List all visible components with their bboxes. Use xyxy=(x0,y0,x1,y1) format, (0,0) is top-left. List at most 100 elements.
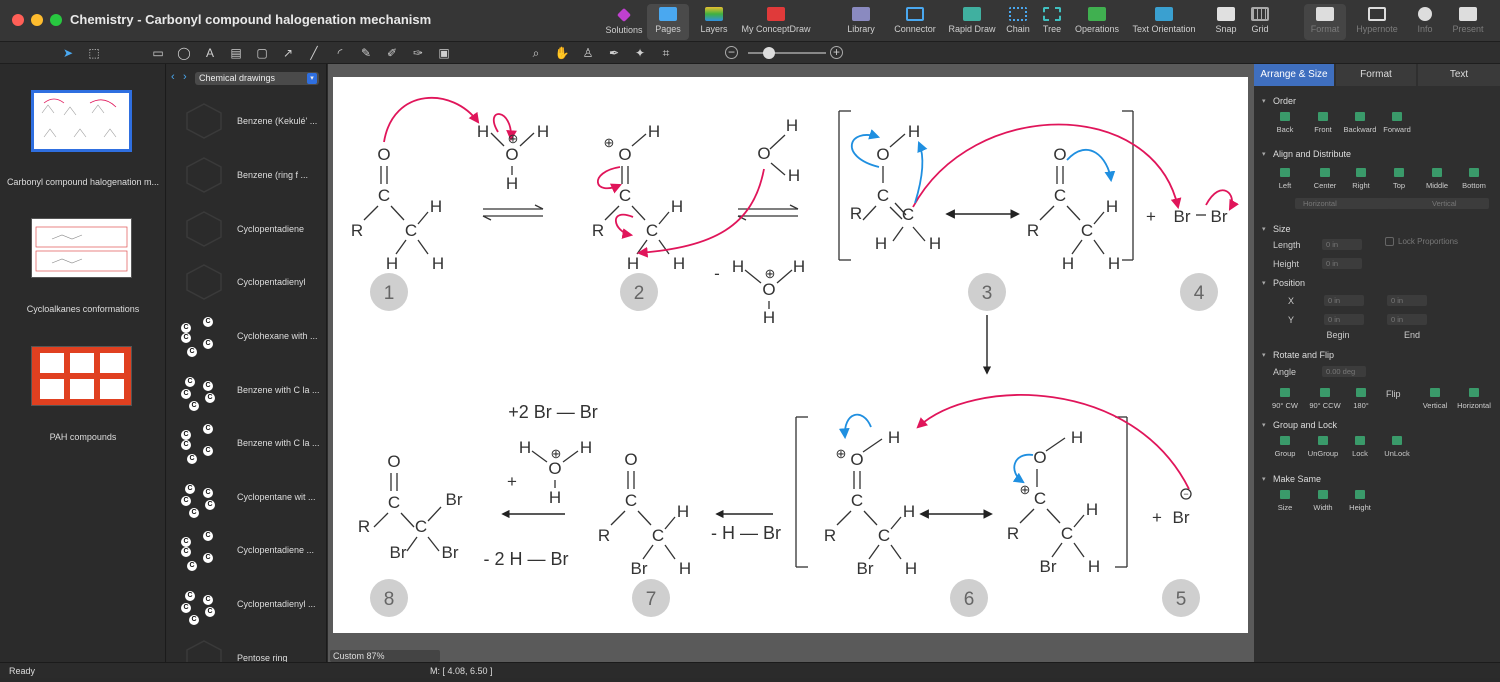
length-field[interactable]: 0 in xyxy=(1322,239,1362,250)
pen-tool-icon[interactable]: ✎ xyxy=(358,45,374,61)
page-thumbnail-3[interactable] xyxy=(31,346,132,406)
rotate-button-1[interactable]: 90° CCW xyxy=(1308,388,1342,412)
library-item[interactable]: Benzene (Kekulé' ... xyxy=(237,116,327,126)
library-item[interactable]: Benzene with C la ... xyxy=(237,385,327,395)
close-window-button[interactable] xyxy=(12,14,24,26)
operations-button[interactable]: Operations xyxy=(1072,4,1122,40)
zoom-select[interactable]: Custom 87% xyxy=(330,650,440,662)
y-begin-field[interactable]: 0 in xyxy=(1324,314,1364,325)
order-button-0[interactable]: Back xyxy=(1268,112,1302,136)
line-tool-icon[interactable]: ╱ xyxy=(306,45,322,61)
pages-button[interactable]: Pages xyxy=(647,4,689,40)
library-item[interactable]: Cyclopentane wit ... xyxy=(237,492,327,502)
text-tool-icon[interactable]: A xyxy=(202,45,218,61)
arc-tool-icon[interactable]: ◜ xyxy=(332,45,348,61)
bezier-tool-icon[interactable]: ✐ xyxy=(384,45,400,61)
zoom-slider-thumb[interactable] xyxy=(763,47,775,59)
arrow-tool-icon[interactable]: ↗ xyxy=(280,45,296,61)
y-end-field[interactable]: 0 in xyxy=(1387,314,1427,325)
library-item[interactable]: Cyclopentadiene xyxy=(237,224,327,234)
x-begin-field[interactable]: 0 in xyxy=(1324,295,1364,306)
text-orientation-button[interactable]: Text Orientation xyxy=(1128,4,1200,40)
myconceptdraw-button[interactable]: My ConceptDraw xyxy=(738,4,814,40)
ellipse-tool-icon[interactable]: ◯ xyxy=(176,45,192,61)
group-button-3[interactable]: UnLock xyxy=(1380,436,1414,460)
callout-tool-icon[interactable]: ▢ xyxy=(254,45,270,61)
library-selector[interactable]: Chemical drawings ▾ xyxy=(195,72,319,85)
drawing-page[interactable]: 12345678 O C R C H H H O C R C H H H H H O H ⊕ ⊕ H H O H H O H H - ⊕ O… xyxy=(333,77,1248,633)
tab-arrange-size[interactable]: Arrange & Size xyxy=(1254,64,1334,86)
rectangle-tool-icon[interactable]: ▭ xyxy=(150,45,166,61)
hypernote-button[interactable]: Hypernote xyxy=(1352,4,1402,40)
section-toggle-icon[interactable]: ▾ xyxy=(1262,279,1266,287)
section-toggle-icon[interactable]: ▾ xyxy=(1262,225,1266,233)
tab-text[interactable]: Text xyxy=(1418,64,1500,86)
format-painter-icon[interactable]: ✦ xyxy=(632,45,648,61)
library-item[interactable]: Cyclopentadienyl xyxy=(237,277,327,287)
same-button-1[interactable]: Width xyxy=(1306,490,1340,514)
zoom-slider[interactable] xyxy=(748,47,826,59)
page-label-1[interactable]: Carbonyl compound halogenation m... xyxy=(0,177,166,187)
library-item[interactable]: Cyclohexane with ... xyxy=(237,331,327,341)
section-toggle-icon[interactable]: ▾ xyxy=(1262,421,1266,429)
library-back-icon[interactable]: ‹ xyxy=(171,71,175,83)
present-button[interactable]: Present xyxy=(1448,4,1488,40)
stamp-tool-icon[interactable]: ♙ xyxy=(580,45,596,61)
angle-field[interactable]: 0.00 deg xyxy=(1322,366,1366,377)
crop-tool-icon[interactable]: ⌗ xyxy=(658,45,674,61)
rotate-flip-button-1[interactable]: Horizontal xyxy=(1457,388,1491,412)
order-button-2[interactable]: Backward xyxy=(1343,112,1377,136)
page-label-3[interactable]: PAH compounds xyxy=(0,432,166,442)
rotate-button-2[interactable]: 180° xyxy=(1344,388,1378,412)
group-button-2[interactable]: Lock xyxy=(1343,436,1377,460)
height-field[interactable]: 0 in xyxy=(1322,258,1362,269)
note-tool-icon[interactable]: ▤ xyxy=(228,45,244,61)
align-button-3[interactable]: Top xyxy=(1382,168,1416,192)
library-item[interactable]: Benzene (ring f ... xyxy=(237,170,327,180)
grid-button[interactable]: Grid xyxy=(1246,4,1274,40)
same-button-0[interactable]: Size xyxy=(1268,490,1302,514)
shape-tool-icon[interactable]: ▣ xyxy=(436,45,452,61)
library-item[interactable]: Cyclopentadiene ... xyxy=(237,545,327,555)
section-toggle-icon[interactable]: ▾ xyxy=(1262,351,1266,359)
align-button-1[interactable]: Center xyxy=(1308,168,1342,192)
library-forward-icon[interactable]: › xyxy=(183,71,187,83)
hand-tool-icon[interactable]: ✋ xyxy=(554,45,570,61)
minimize-window-button[interactable] xyxy=(31,14,43,26)
tree-button[interactable]: Tree xyxy=(1038,4,1066,40)
x-end-field[interactable]: 0 in xyxy=(1387,295,1427,306)
search-icon[interactable]: ⌕ xyxy=(528,45,544,61)
pointer-tool-icon[interactable]: ➤ xyxy=(60,45,76,61)
section-toggle-icon[interactable]: ▾ xyxy=(1262,150,1266,158)
page-thumbnail-2[interactable] xyxy=(31,218,132,278)
page-thumbnail-1[interactable] xyxy=(31,90,132,152)
section-toggle-icon[interactable]: ▾ xyxy=(1262,475,1266,483)
library-item[interactable]: Cyclopentadienyl ... xyxy=(237,599,327,609)
vertical-distribute-select[interactable]: Vertical xyxy=(1388,198,1489,209)
layers-button[interactable]: Layers xyxy=(693,4,735,40)
snap-button[interactable]: Snap xyxy=(1212,4,1240,40)
format-button[interactable]: Format xyxy=(1304,4,1346,40)
align-button-5[interactable]: Bottom xyxy=(1457,168,1491,192)
order-button-3[interactable]: Forward xyxy=(1380,112,1414,136)
canvas-area[interactable]: 12345678 O C R C H H H O C R C H H H H H O H ⊕ ⊕ H H O H H O H H - ⊕ O… xyxy=(328,64,1254,662)
section-toggle-icon[interactable]: ▾ xyxy=(1262,97,1266,105)
order-button-1[interactable]: Front xyxy=(1306,112,1340,136)
zoom-out-icon[interactable]: − xyxy=(725,46,738,59)
lock-proportions-checkbox[interactable] xyxy=(1385,237,1394,246)
zoom-in-icon[interactable]: + xyxy=(830,46,843,59)
rapid-draw-button[interactable]: Rapid Draw xyxy=(946,4,998,40)
group-button-0[interactable]: Group xyxy=(1268,436,1302,460)
info-button[interactable]: Info xyxy=(1408,4,1442,40)
same-button-2[interactable]: Height xyxy=(1343,490,1377,514)
eyedropper-tool-icon[interactable]: ✒ xyxy=(606,45,622,61)
horizontal-distribute-select[interactable]: Horizontal xyxy=(1295,198,1390,209)
rotate-button-0[interactable]: 90° CW xyxy=(1268,388,1302,412)
library-button[interactable]: Library xyxy=(840,4,882,40)
freehand-tool-icon[interactable]: ✑ xyxy=(410,45,426,61)
chain-button[interactable]: Chain xyxy=(1002,4,1034,40)
connector-button[interactable]: Connector xyxy=(892,4,938,40)
align-button-4[interactable]: Middle xyxy=(1420,168,1454,192)
align-button-2[interactable]: Right xyxy=(1344,168,1378,192)
library-item[interactable]: Benzene with C la ... xyxy=(237,438,327,448)
